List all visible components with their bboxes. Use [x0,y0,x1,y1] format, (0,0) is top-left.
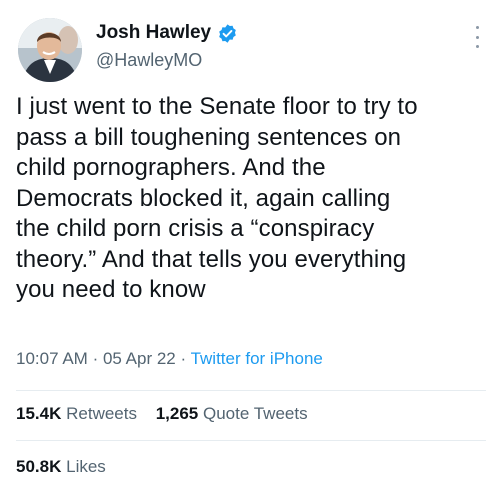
tweet-time[interactable]: 10:07 AM [16,349,88,368]
divider [16,440,486,441]
tweet-line: the child porn crisis a “conspiracy [16,215,375,242]
quote-tweets-label: Quote Tweets [203,404,308,423]
verified-badge-icon [219,23,236,43]
tweet-line: child pornographers. And the [16,154,326,181]
likes-stat[interactable]: 50.8K Likes [16,457,106,476]
likes-stats: 50.8K Likes [16,457,120,477]
tweet-meta: 10:07 AM · 05 Apr 22 · Twitter for iPhon… [16,349,323,369]
quote-tweets-stat[interactable]: 1,265 Quote Tweets [156,404,308,423]
retweets-count: 15.4K [16,404,62,423]
tweet-line: you need to know [16,276,206,303]
retweets-label: Retweets [66,404,137,423]
divider [16,390,486,391]
quote-tweets-count: 1,265 [155,404,199,423]
display-name[interactable]: Josh Hawley [96,22,211,44]
tweet-header: Josh Hawley @HawleyMO [18,18,488,88]
tweet-text: I just went to the Senate floor to try t… [16,92,486,306]
retweet-stats: 15.4K Retweets 1,265 Quote Tweets [16,404,322,424]
meta-separator: · [92,349,99,368]
likes-count: 50.8K [16,457,62,476]
likes-label: Likes [66,457,106,476]
more-options-icon[interactable] [474,26,480,48]
avatar[interactable] [18,18,82,82]
tweet-line: I just went to the Senate floor to try t… [16,93,418,120]
avatar-photo-icon [18,18,82,82]
retweets-stat[interactable]: 15.4K Retweets [16,404,142,423]
author-names: Josh Hawley @HawleyMO [96,22,238,71]
tweet-line: theory.” And that tells you everything [16,245,407,273]
handle[interactable]: @HawleyMO [96,50,238,71]
tweet-date[interactable]: 05 Apr 22 [103,349,176,368]
tweet-line: pass a bill toughening sentences on [16,123,402,151]
tweet-source[interactable]: Twitter for iPhone [191,349,323,368]
meta-separator: · [180,349,187,368]
tweet-line: Democrats blocked it, again calling [16,184,391,212]
